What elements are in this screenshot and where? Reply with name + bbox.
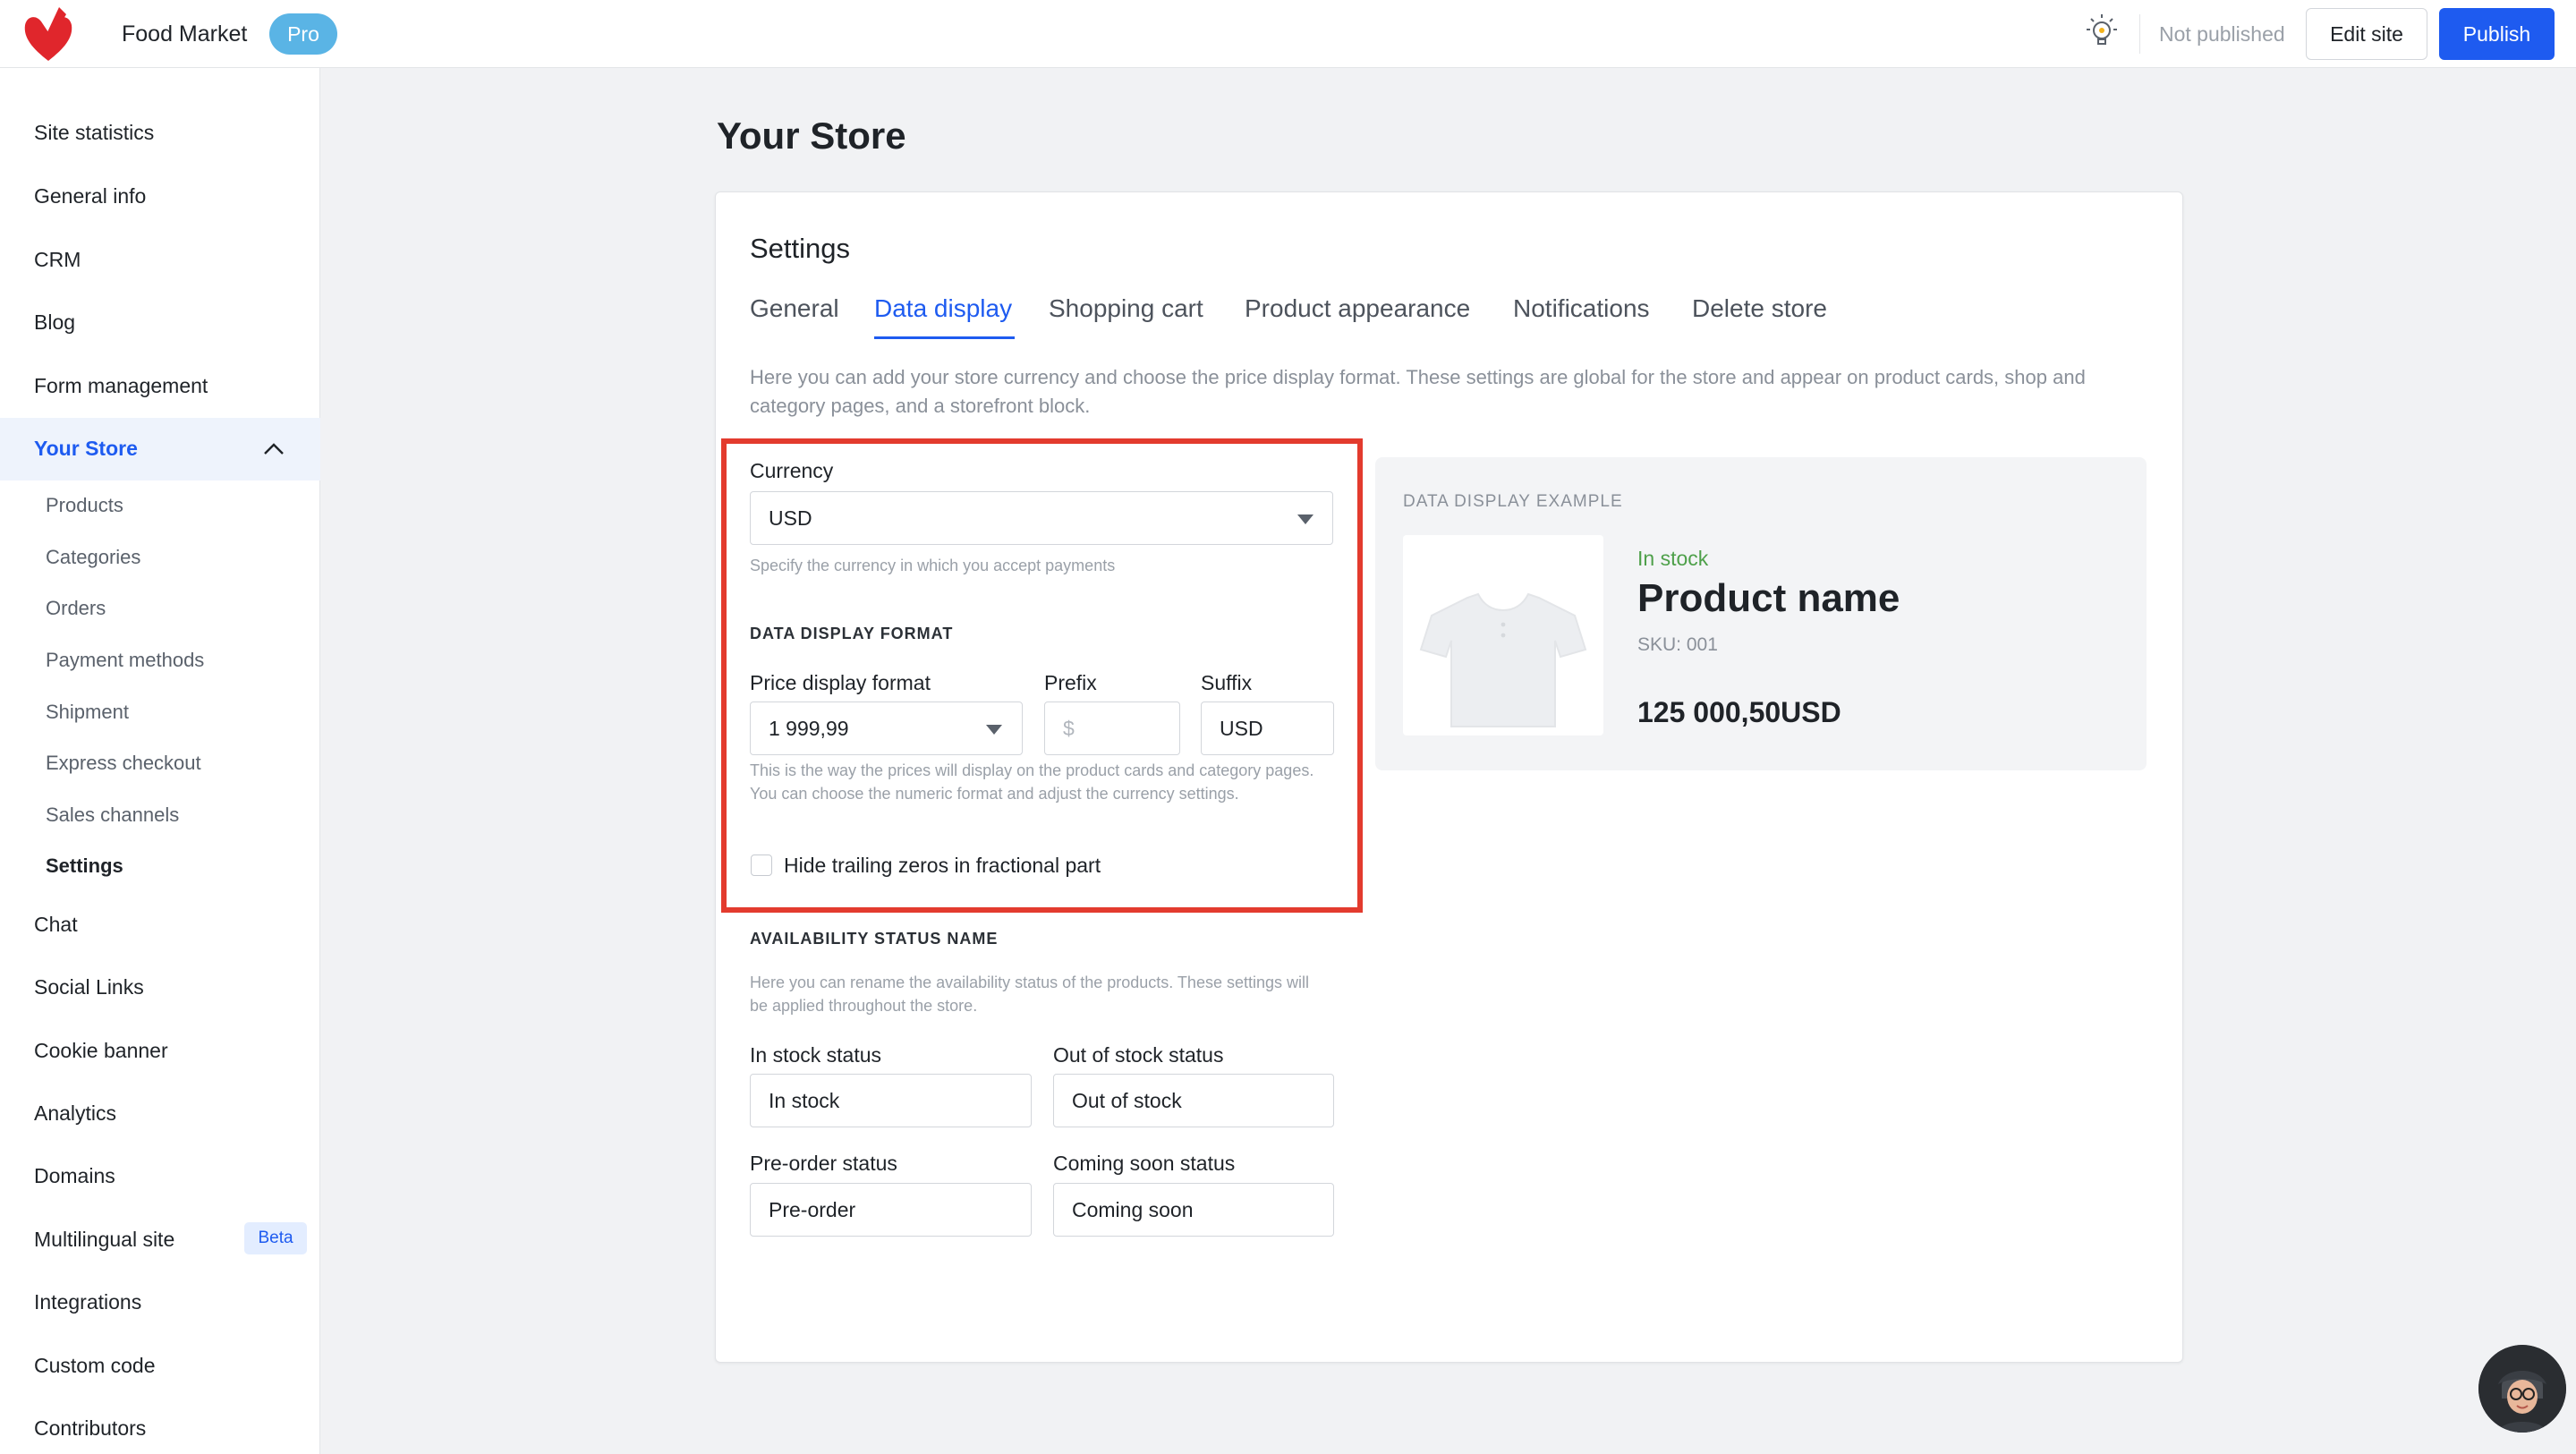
tshirt-icon bbox=[1419, 592, 1587, 727]
top-bar: Food Market Pro Not published Edit site … bbox=[0, 0, 2576, 68]
tab-notifications[interactable]: Notifications bbox=[1513, 292, 1650, 326]
preview-heading: DATA DISPLAY EXAMPLE bbox=[1403, 492, 1623, 511]
price-format-label: Price display format bbox=[750, 671, 931, 694]
tab-data-display[interactable]: Data display bbox=[874, 292, 1012, 326]
sidebar-item-integrations[interactable]: Integrations bbox=[34, 1288, 141, 1316]
out-of-stock-value: Out of stock bbox=[1072, 1089, 1182, 1112]
coming-soon-label: Coming soon status bbox=[1053, 1152, 1236, 1175]
prefix-input[interactable]: $ bbox=[1044, 701, 1180, 755]
currency-select[interactable]: USD bbox=[750, 491, 1333, 545]
price-format-value: 1 999,99 bbox=[769, 717, 849, 740]
preorder-value: Pre-order bbox=[769, 1198, 856, 1221]
avatar-icon bbox=[2478, 1345, 2566, 1433]
sidebar-subitem-shipment[interactable]: Shipment bbox=[46, 699, 129, 726]
preview-price: 125 000,50USD bbox=[1637, 696, 1841, 728]
publish-status: Not published bbox=[2159, 22, 2285, 46]
currency-hint: Specify the currency in which you accept… bbox=[750, 557, 1116, 574]
sidebar-subitem-products[interactable]: Products bbox=[46, 492, 123, 519]
tab-general[interactable]: General bbox=[750, 292, 839, 326]
suffix-label: Suffix bbox=[1201, 671, 1253, 694]
sidebar-item-crm[interactable]: CRM bbox=[34, 245, 81, 274]
plan-badge: Pro bbox=[269, 13, 337, 55]
sidebar-subitem-settings[interactable]: Settings bbox=[46, 853, 123, 880]
sidebar-item-your-store[interactable]: Your Store bbox=[34, 434, 138, 463]
sidebar-item-multilingual-site[interactable]: Multilingual site bbox=[34, 1225, 174, 1254]
sidebar-item-cookie-banner[interactable]: Cookie banner bbox=[34, 1036, 168, 1065]
sidebar-subitem-express-checkout[interactable]: Express checkout bbox=[46, 750, 201, 777]
sidebar-item-social-links[interactable]: Social Links bbox=[34, 973, 144, 1001]
chevron-down-icon bbox=[986, 725, 1002, 735]
price-format-hint: This is the way the prices will display … bbox=[750, 761, 1314, 803]
sidebar-subitem-sales-channels[interactable]: Sales channels bbox=[46, 802, 179, 829]
prefix-placeholder: $ bbox=[1063, 717, 1075, 740]
support-avatar[interactable] bbox=[2478, 1345, 2566, 1433]
preorder-label: Pre-order status bbox=[750, 1152, 897, 1175]
preorder-input[interactable]: Pre-order bbox=[750, 1183, 1032, 1237]
page-title: Your Store bbox=[717, 115, 906, 157]
sidebar-item-general-info[interactable]: General info bbox=[34, 182, 146, 210]
edit-site-button[interactable]: Edit site bbox=[2306, 8, 2427, 60]
product-image bbox=[1403, 535, 1603, 736]
preview-product-name: Product name bbox=[1637, 576, 1900, 620]
in-stock-label: In stock status bbox=[750, 1043, 882, 1067]
tab-delete-store[interactable]: Delete store bbox=[1692, 292, 1827, 326]
currency-value: USD bbox=[769, 506, 812, 530]
sidebar-item-analytics[interactable]: Analytics bbox=[34, 1099, 116, 1127]
out-of-stock-label: Out of stock status bbox=[1053, 1043, 1224, 1067]
sidebar-item-domains[interactable]: Domains bbox=[34, 1161, 115, 1190]
logo-icon[interactable] bbox=[20, 4, 77, 63]
data-display-format-heading: DATA DISPLAY FORMAT bbox=[750, 625, 954, 642]
suffix-input[interactable]: USD bbox=[1201, 701, 1334, 755]
sidebar-item-site-statistics[interactable]: Site statistics bbox=[34, 118, 154, 147]
chevron-down-icon bbox=[1297, 514, 1314, 524]
hide-trailing-zeros-checkbox[interactable] bbox=[751, 855, 772, 876]
divider bbox=[2139, 14, 2140, 54]
intro-text: Here you can add your store currency and… bbox=[750, 366, 2086, 417]
availability-hint: Here you can rename the availability sta… bbox=[750, 974, 1309, 1015]
card-title: Settings bbox=[750, 233, 851, 264]
active-tab-indicator bbox=[874, 336, 1015, 339]
publish-button[interactable]: Publish bbox=[2439, 8, 2555, 60]
in-stock-value: In stock bbox=[769, 1089, 840, 1112]
coming-soon-input[interactable]: Coming soon bbox=[1053, 1183, 1334, 1237]
in-stock-input[interactable]: In stock bbox=[750, 1074, 1032, 1127]
hide-trailing-zeros-label[interactable]: Hide trailing zeros in fractional part bbox=[784, 852, 1101, 879]
prefix-label: Prefix bbox=[1044, 671, 1097, 694]
suffix-value: USD bbox=[1220, 717, 1263, 740]
chevron-up-icon[interactable] bbox=[261, 438, 286, 460]
lightbulb-icon[interactable] bbox=[2081, 13, 2122, 54]
sidebar-item-custom-code[interactable]: Custom code bbox=[34, 1351, 156, 1380]
sidebar-item-contributors[interactable]: Contributors bbox=[34, 1414, 146, 1442]
tab-product-appearance[interactable]: Product appearance bbox=[1245, 292, 1470, 326]
coming-soon-value: Coming soon bbox=[1072, 1198, 1194, 1221]
app-title: Food Market bbox=[122, 21, 248, 47]
sidebar-item-form-management[interactable]: Form management bbox=[34, 371, 208, 400]
sidebar-subitem-payment-methods[interactable]: Payment methods bbox=[46, 647, 204, 674]
out-of-stock-input[interactable]: Out of stock bbox=[1053, 1074, 1334, 1127]
preview-stock-status: In stock bbox=[1637, 547, 1709, 570]
tab-shopping-cart[interactable]: Shopping cart bbox=[1049, 292, 1203, 326]
sidebar-subitem-categories[interactable]: Categories bbox=[46, 544, 140, 571]
beta-badge: Beta bbox=[244, 1222, 307, 1254]
price-format-select[interactable]: 1 999,99 bbox=[750, 701, 1023, 755]
sidebar-item-chat[interactable]: Chat bbox=[34, 910, 78, 939]
currency-label: Currency bbox=[750, 459, 834, 482]
preview-sku: SKU: 001 bbox=[1637, 634, 1718, 655]
sidebar-item-blog[interactable]: Blog bbox=[34, 308, 75, 336]
sidebar-subitem-orders[interactable]: Orders bbox=[46, 595, 106, 622]
availability-heading: AVAILABILITY STATUS NAME bbox=[750, 930, 999, 948]
